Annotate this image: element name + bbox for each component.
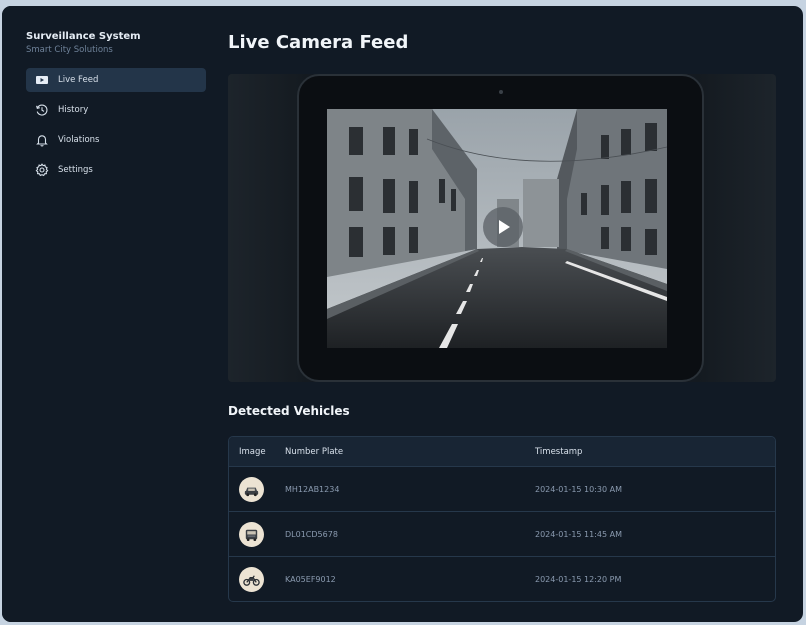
sidebar-item-label: History [58,105,89,115]
vehicle-image [239,521,264,547]
play-icon [499,220,510,234]
sidebar-nav: Live Feed History Violations Settings [26,68,206,188]
number-plate: DL01CD5678 [285,529,338,539]
video-background [228,74,308,382]
timestamp: 2024-01-15 11:45 AM [535,529,623,539]
detected-vehicles-table: Image Number Plate Timestamp MH12AB1234 … [228,436,776,602]
timestamp: 2024-01-15 12:20 PM [535,575,622,584]
number-plate: MH12AB1234 [285,484,340,494]
detected-vehicles-title: Detected Vehicles [228,404,350,418]
table-row[interactable]: KA05EF9012 2024-01-15 12:20 PM [229,557,775,601]
video-background [696,74,776,382]
column-header-image: Image [239,446,266,457]
gear-icon [35,163,49,177]
video-play-button[interactable] [483,207,523,247]
brand-title: Surveillance System [26,31,141,42]
sidebar-item-live-feed[interactable]: Live Feed [26,68,206,92]
sidebar-item-history[interactable]: History [26,98,206,122]
number-plate: KA05EF9012 [285,575,336,584]
column-header-number-plate: Number Plate [285,446,344,457]
sidebar-item-label: Live Feed [58,75,99,85]
motorcycle-icon [243,575,260,586]
vehicle-image [239,567,264,592]
main-content: Live Camera Feed Detected Vehicles Image… [228,6,803,622]
sidebar-item-label: Violations [58,135,100,145]
camera-feed-video[interactable] [228,74,776,382]
car-icon [244,487,259,496]
timestamp: 2024-01-15 10:30 AM [535,484,623,494]
vehicle-image [239,476,264,502]
sidebar-item-violations[interactable]: Violations [26,128,206,152]
play-icon [35,73,49,87]
tablet-camera-dot [499,90,503,94]
sidebar-item-settings[interactable]: Settings [26,158,206,182]
column-header-timestamp: Timestamp [535,446,583,457]
page-title: Live Camera Feed [228,32,409,53]
truck-icon [245,529,258,541]
sidebar-item-label: Settings [58,165,93,175]
bell-icon [35,133,49,147]
app-window: Surveillance System Smart City Solutions… [2,6,803,622]
brand-subtitle: Smart City Solutions [26,45,113,55]
history-icon [35,103,49,117]
table-row[interactable]: MH12AB1234 2024-01-15 10:30 AM [229,467,775,512]
table-row[interactable]: DL01CD5678 2024-01-15 11:45 AM [229,512,775,557]
table-header: Image Number Plate Timestamp [229,437,775,467]
sidebar: Surveillance System Smart City Solutions… [2,6,214,622]
